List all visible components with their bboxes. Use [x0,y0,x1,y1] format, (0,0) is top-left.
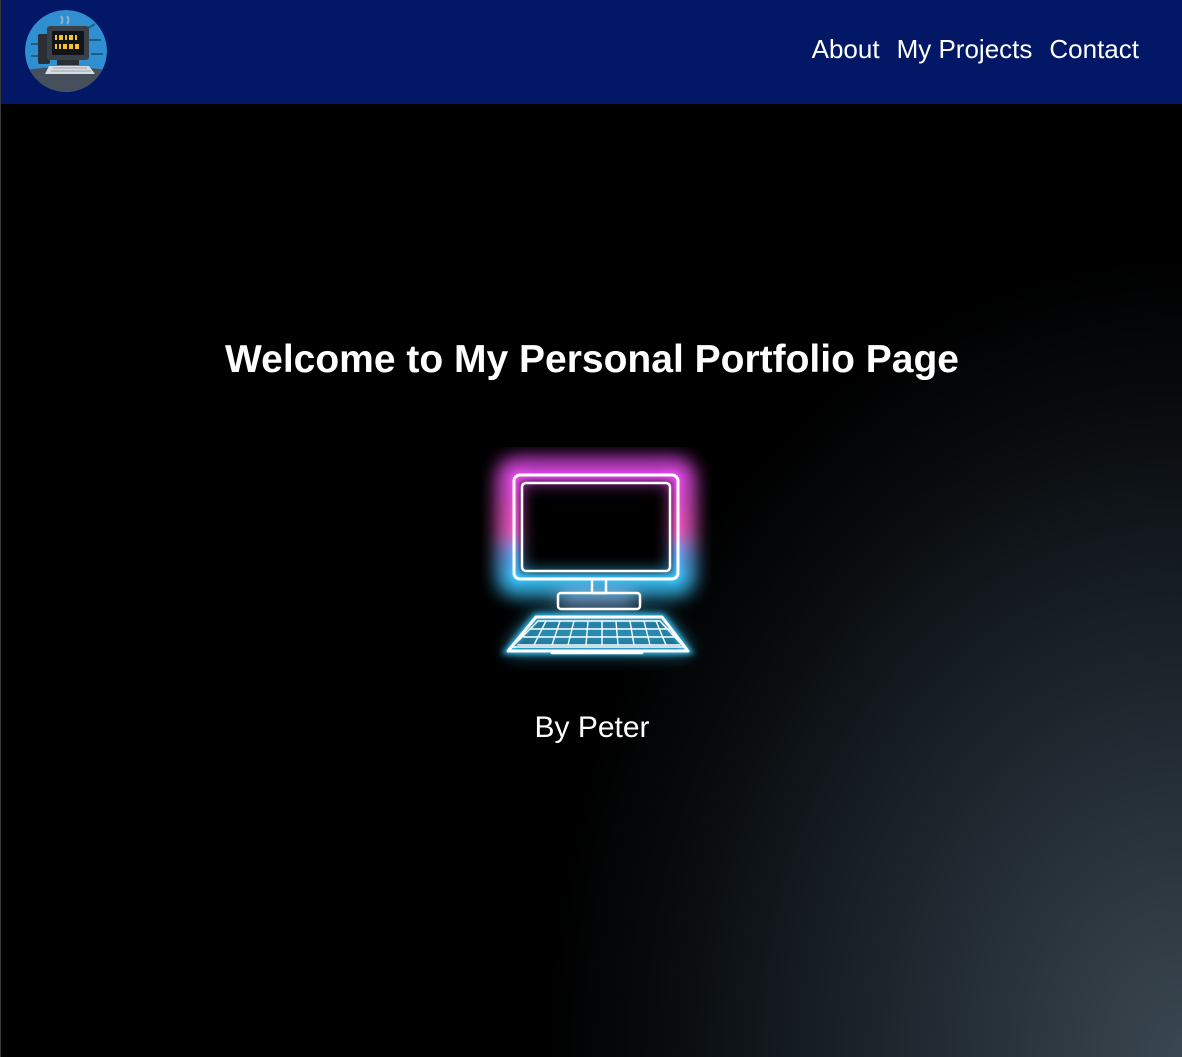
hero-image [482,447,712,682]
logo[interactable] [25,10,107,92]
page-title: Welcome to My Personal Portfolio Page [225,338,959,381]
neon-computer-icon [497,458,695,655]
nav-links: About My Projects Contact [812,33,1139,65]
nav-link-my-projects[interactable]: My Projects [897,33,1033,65]
computer-binary-logo-icon [25,10,107,92]
nav-link-about[interactable]: About [812,33,880,65]
byline: By Peter [534,711,650,744]
hero-section: Welcome to My Personal Portfolio Page By… [1,104,1182,1057]
nav-link-contact[interactable]: Contact [1049,33,1139,65]
navbar: About My Projects Contact [1,0,1182,104]
page: About My Projects Contact Welcome to My … [0,0,1182,1057]
